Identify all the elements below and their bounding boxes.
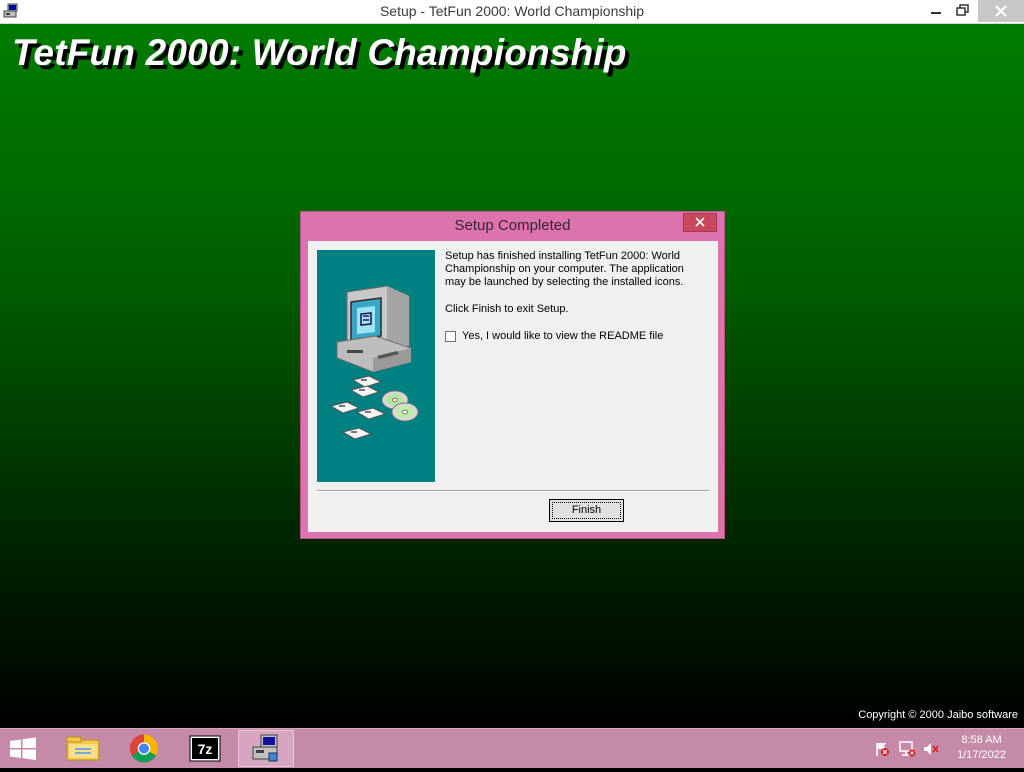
readme-checkbox-label[interactable]: Yes, I would like to view the README fil… [462,330,663,342]
file-explorer-icon[interactable] [55,730,111,767]
completion-message: Setup has finished installing TetFun 200… [445,250,684,289]
volume-muted-icon[interactable] [922,741,940,762]
computer-with-disks-icon [317,250,435,482]
finish-button[interactable]: Finish [549,499,624,522]
network-icon[interactable] [898,741,916,762]
windows-start-icon[interactable] [0,730,46,767]
readme-checkbox[interactable] [445,331,456,342]
chrome-icon[interactable] [116,730,172,767]
setup-icon[interactable] [238,730,294,767]
taskbar-clock[interactable]: 8:58 AM 1/17/2022 [957,733,1006,763]
finish-button-label: Finish [571,504,602,516]
dialog-separator [317,490,709,492]
setup-title: TetFun 2000: World Championship [12,32,627,73]
close-button[interactable] [978,0,1024,22]
copyright-text: Copyright © 2000 Jaibo software [858,709,1018,721]
dialog-client-area: Setup has finished installing TetFun 200… [308,241,718,532]
action-center-flag-icon[interactable] [874,741,890,762]
window-titlebar: Setup - TetFun 2000: World Championship [0,0,1024,24]
dialog-title: Setup Completed [454,217,571,234]
restore-button[interactable] [947,0,979,22]
window-title: Setup - TetFun 2000: World Championship [379,3,645,19]
finish-instruction: Click Finish to exit Setup. [445,303,569,315]
7zip-icon[interactable]: 7z [177,730,233,767]
setup-completed-dialog: Setup Completed Setup has finished insta… [300,211,725,539]
svg-text:7z: 7z [198,741,213,757]
dialog-close-button[interactable] [683,213,717,232]
clock-date: 1/17/2022 [957,749,1006,761]
clock-time: 8:58 AM [961,734,1002,746]
taskbar: 7z 8:58 AM 1/17/2022 [0,728,1024,768]
